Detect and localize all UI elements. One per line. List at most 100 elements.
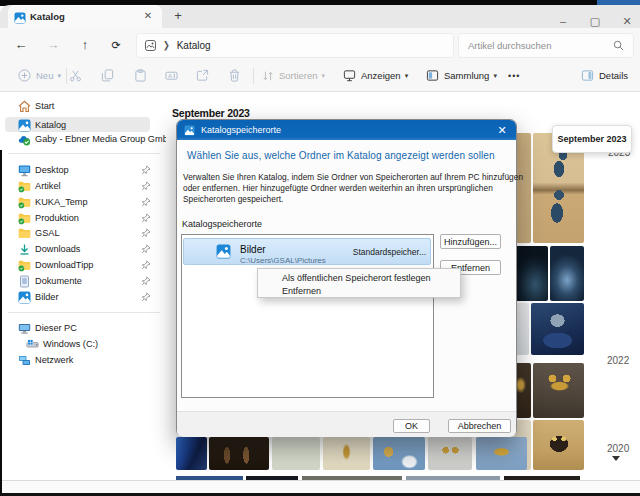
gallery-icon (18, 119, 31, 132)
up-icon[interactable]: ↑ (76, 36, 94, 54)
sidebar-item-dokumente[interactable]: Dokumente (0, 273, 166, 289)
collection-button[interactable]: Sammlung ▾ (426, 60, 497, 91)
cut-button[interactable] (69, 60, 82, 91)
share-button[interactable] (196, 60, 209, 91)
sort-label: Sortieren (279, 70, 318, 81)
photo-thumbnail[interactable] (428, 437, 472, 470)
folder-sync-icon (18, 196, 31, 209)
collection-label: Sammlung (444, 70, 489, 81)
photo-thumbnail[interactable] (323, 437, 370, 470)
sidebar-item-windows-c[interactable]: Windows (C:) (0, 336, 166, 352)
address-bar[interactable]: ❯ Katalog (136, 33, 454, 58)
svg-text:A: A (168, 73, 172, 79)
minimize-button[interactable]: – (548, 14, 578, 28)
group-header: September 2023 (172, 107, 250, 119)
forward-icon[interactable]: → (44, 36, 62, 54)
sidebar-item-dieser-pc[interactable]: Dieser PC (0, 320, 166, 336)
dialog-title: Katalogspeicherorte (201, 125, 281, 135)
breadcrumb[interactable]: Katalog (177, 40, 211, 51)
dialog-description: Verwalten Sie Ihren Katalog, indem Sie O… (183, 172, 523, 205)
desktop-icon (18, 164, 31, 177)
sidebar-item-onedrive[interactable]: Gaby - Ebner Media Group GmbH (0, 131, 166, 147)
cut-icon (69, 69, 82, 82)
details-button[interactable]: Details (581, 60, 628, 91)
sidebar-item-gsal[interactable]: GSAL (0, 225, 166, 241)
photo-thumbnail[interactable] (531, 303, 584, 355)
picture-icon (216, 244, 231, 259)
see-more-button[interactable]: ••• (508, 60, 520, 91)
photo-thumbnail[interactable] (209, 437, 269, 470)
photo-thumbnail[interactable] (533, 363, 584, 418)
network-icon (18, 354, 31, 367)
timeline-down-arrow-icon[interactable] (612, 456, 620, 461)
catalog-locations-list[interactable]: Bilder C:\Users\GSAL\Pictures Standardsp… (181, 234, 434, 398)
explorer-window: Katalog ✕ + – ▢ ✕ ← → ↑ ⟳ ❯ Katalog Arti… (0, 0, 640, 496)
copy-button[interactable] (101, 60, 114, 91)
sidebar-item-downloadtipp[interactable]: DownloadTipp (0, 257, 166, 273)
folder-icon (18, 227, 31, 240)
pin-icon (141, 181, 151, 191)
sidebar-item-downloads[interactable]: Downloads (0, 241, 166, 257)
new-label: Neu (36, 70, 53, 81)
list-item-bilder[interactable]: Bilder C:\Users\GSAL\Pictures Standardsp… (183, 238, 431, 265)
photo-thumbnail[interactable] (176, 437, 207, 470)
dialog-heading: Wählen Sie aus, welche Ordner im Katalog… (187, 150, 495, 161)
photo-thumbnail[interactable] (550, 246, 584, 301)
computer-icon (18, 322, 31, 335)
trash-icon (228, 69, 241, 82)
new-button[interactable]: Neu ▾ (18, 60, 61, 91)
timeline-year-2022[interactable]: 2022 (607, 355, 629, 366)
search-input[interactable]: Artikel durchsuchen (468, 40, 613, 51)
gallery-icon (14, 12, 26, 24)
delete-button[interactable] (228, 60, 241, 91)
download-icon (18, 243, 31, 256)
photo-thumbnail[interactable] (373, 437, 425, 470)
folder-sync-icon (18, 259, 31, 272)
sidebar-item-start[interactable]: Start (0, 98, 166, 114)
pin-icon (141, 213, 151, 223)
cancel-button[interactable]: Abbrechen (448, 419, 511, 433)
rename-button[interactable]: A (165, 60, 178, 91)
sidebar-item-artikel[interactable]: Artikel (0, 178, 166, 194)
sidebar-item-desktop[interactable]: Desktop (0, 162, 166, 178)
context-menu: Als öffentlichen Speicherort festlegen E… (257, 268, 461, 298)
desktop-edge-left (0, 150, 2, 496)
sort-icon (262, 70, 274, 82)
pin-icon (141, 165, 151, 175)
new-tab-button[interactable]: + (170, 8, 186, 24)
photo-thumbnail[interactable] (272, 437, 320, 470)
details-pane-icon (581, 69, 594, 82)
pin-icon (141, 260, 151, 270)
sidebar-item-kuka-temp[interactable]: KUKA_Temp (0, 194, 166, 210)
plus-circle-icon (18, 69, 31, 82)
menu-item-remove[interactable]: Entfernen (282, 286, 321, 296)
sort-button[interactable]: Sortieren ▾ (262, 60, 325, 91)
menu-item-set-public-location[interactable]: Als öffentlichen Speicherort festlegen (282, 273, 430, 283)
sidebar-item-produktion[interactable]: Produktion (0, 210, 166, 226)
sidebar-separator (8, 312, 160, 313)
timeline-year-2020[interactable]: 2020 (607, 443, 629, 454)
search-box[interactable]: Artikel durchsuchen (458, 33, 634, 58)
list-label: Katalogspeicherorte (182, 219, 262, 229)
dialog-titlebar[interactable]: Katalogspeicherorte ✕ (177, 120, 516, 140)
view-button[interactable]: Anzeigen ▾ (343, 60, 408, 91)
sidebar-item-bilder[interactable]: Bilder (0, 289, 166, 305)
refresh-icon[interactable]: ⟳ (107, 36, 125, 54)
photo-thumbnail[interactable] (533, 420, 584, 470)
tab-close-icon[interactable]: ✕ (142, 10, 154, 22)
folder-sync-icon (18, 212, 31, 225)
catalog-locations-dialog: Katalogspeicherorte ✕ Wählen Sie aus, we… (176, 119, 517, 437)
pin-icon (141, 197, 151, 207)
ok-button[interactable]: OK (393, 419, 430, 433)
cloud-sync-icon (18, 133, 31, 146)
photo-thumbnail[interactable] (476, 437, 527, 470)
sidebar-item-netzwerk[interactable]: Netzwerk (0, 352, 166, 368)
maximize-button[interactable]: ▢ (580, 14, 610, 28)
close-button[interactable]: ✕ (612, 14, 640, 28)
tab-katalog[interactable]: Katalog ✕ (8, 5, 162, 28)
collection-icon (426, 69, 439, 82)
dialog-close-icon[interactable]: ✕ (495, 123, 509, 137)
add-button[interactable]: Hinzufügen... (440, 234, 501, 249)
back-icon[interactable]: ← (12, 36, 30, 54)
paste-button[interactable] (134, 60, 147, 91)
